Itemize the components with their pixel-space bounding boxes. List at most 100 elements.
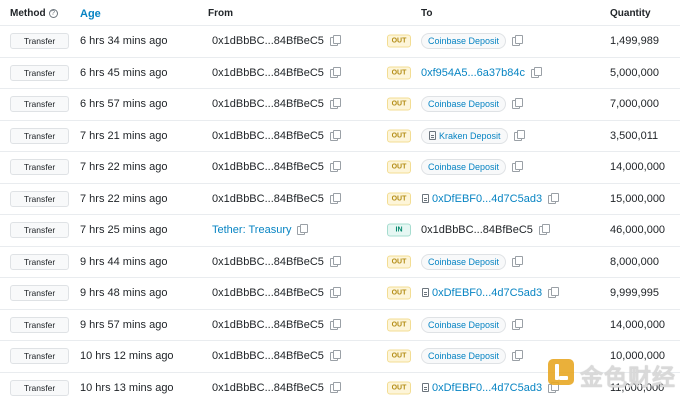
- copy-icon[interactable]: [548, 287, 560, 299]
- table-row: Transfer 6 hrs 34 mins ago 0x1dBbBC...84Bf…: [0, 26, 680, 58]
- to-address-tag[interactable]: Coinbase Deposit: [421, 348, 507, 365]
- to-address-text[interactable]: Coinbase Deposit: [428, 36, 499, 46]
- method-transfer-button[interactable]: Transfer: [10, 159, 69, 176]
- method-transfer-button[interactable]: Transfer: [10, 222, 69, 239]
- to-address-text[interactable]: Coinbase Deposit: [428, 99, 499, 109]
- method-transfer-button[interactable]: Transfer: [10, 96, 69, 113]
- to-address-text[interactable]: Coinbase Deposit: [428, 162, 499, 172]
- to-address-text[interactable]: 0xDfEBF0...4d7C5ad3: [432, 382, 542, 394]
- method-transfer-button[interactable]: Transfer: [10, 253, 69, 270]
- to-address-text[interactable]: Coinbase Deposit: [428, 257, 499, 267]
- to-address-tag[interactable]: Coinbase Deposit: [421, 316, 507, 333]
- to-address: Coinbase Deposit: [421, 348, 524, 365]
- copy-icon[interactable]: [329, 129, 341, 141]
- direction-out-badge: OUT: [387, 97, 411, 111]
- age-text: 9 hrs 44 mins ago: [80, 255, 168, 268]
- quantity-value: 9,999,995: [610, 287, 659, 300]
- method-transfer-button[interactable]: Transfer: [10, 190, 69, 207]
- method-transfer-button[interactable]: Transfer: [10, 64, 69, 81]
- copy-icon[interactable]: [329, 98, 341, 110]
- quantity-value: 8,000,000: [610, 255, 659, 268]
- quantity-value: 3,500,011: [610, 129, 659, 142]
- copy-icon[interactable]: [329, 35, 341, 47]
- to-address: Coinbase Deposit: [421, 96, 524, 113]
- to-address-tag[interactable]: Coinbase Deposit: [421, 159, 507, 176]
- from-address-text: 0x1dBbBC...84BfBeC5: [212, 350, 324, 363]
- age-text: 9 hrs 48 mins ago: [80, 287, 168, 300]
- copy-icon[interactable]: [329, 161, 341, 173]
- copy-icon[interactable]: [548, 192, 560, 204]
- from-address-text: 0x1dBbBC...84BfBeC5: [212, 129, 324, 142]
- age-text: 7 hrs 21 mins ago: [80, 129, 168, 142]
- to-address-text[interactable]: 0xf954A5...6a37b84c: [421, 67, 525, 79]
- to-address: Kraken Deposit: [421, 127, 525, 144]
- to-address-text[interactable]: 0xDfEBF0...4d7C5ad3: [432, 287, 542, 299]
- copy-icon[interactable]: [329, 381, 341, 393]
- quantity-value: 14,000,000: [610, 161, 666, 174]
- copy-icon[interactable]: [329, 255, 341, 267]
- to-address-tag[interactable]: Coinbase Deposit: [421, 253, 507, 270]
- from-address: 0x1dBbBC...84BfBeC5: [212, 255, 341, 268]
- method-transfer-button[interactable]: Transfer: [10, 33, 69, 50]
- copy-icon[interactable]: [297, 224, 309, 236]
- to-address-text[interactable]: Kraken Deposit: [439, 131, 501, 141]
- from-address[interactable]: Tether: Treasury: [212, 224, 309, 236]
- method-transfer-button[interactable]: Transfer: [10, 348, 69, 365]
- copy-icon[interactable]: [512, 350, 524, 362]
- from-address-text: 0x1dBbBC...84BfBeC5: [212, 35, 324, 48]
- copy-icon[interactable]: [512, 255, 524, 267]
- age-text: 10 hrs 12 mins ago: [80, 350, 174, 363]
- to-address: Coinbase Deposit: [421, 253, 524, 270]
- copy-icon[interactable]: [329, 318, 341, 330]
- direction-out-badge: OUT: [387, 129, 411, 143]
- copy-icon[interactable]: [512, 318, 524, 330]
- column-header-age[interactable]: Age: [80, 8, 101, 20]
- to-address-text[interactable]: Coinbase Deposit: [428, 320, 499, 330]
- from-address-text: 0x1dBbBC...84BfBeC5: [212, 98, 324, 111]
- to-address-tag[interactable]: Coinbase Deposit: [421, 96, 507, 113]
- watermark: 金色财经: [544, 356, 676, 391]
- direction-out-badge: OUT: [387, 34, 411, 48]
- copy-icon[interactable]: [513, 129, 525, 141]
- from-address-text: 0x1dBbBC...84BfBeC5: [212, 192, 324, 205]
- method-transfer-button[interactable]: Transfer: [10, 379, 69, 396]
- contract-icon: [422, 288, 429, 298]
- to-address: 0x1dBbBC...84BfBeC5: [421, 224, 550, 236]
- from-address: 0x1dBbBC...84BfBeC5: [212, 381, 341, 394]
- from-address: 0x1dBbBC...84BfBeC5: [212, 35, 341, 48]
- method-transfer-button[interactable]: Transfer: [10, 127, 69, 144]
- table-row: Transfer 6 hrs 45 mins ago 0x1dBbBC...84Bf…: [0, 58, 680, 89]
- copy-icon[interactable]: [512, 98, 524, 110]
- quantity-value: 14,000,000: [610, 318, 666, 331]
- method-transfer-button[interactable]: Transfer: [10, 316, 69, 333]
- copy-icon[interactable]: [530, 66, 542, 78]
- copy-icon[interactable]: [512, 161, 524, 173]
- to-address: Coinbase Deposit: [421, 159, 524, 176]
- copy-icon[interactable]: [329, 350, 341, 362]
- age-text: 10 hrs 13 mins ago: [80, 381, 174, 394]
- copy-icon[interactable]: [329, 192, 341, 204]
- from-address: 0x1dBbBC...84BfBeC5: [212, 129, 341, 142]
- method-transfer-button[interactable]: Transfer: [10, 285, 69, 302]
- contract-icon: [422, 382, 429, 392]
- copy-icon[interactable]: [329, 66, 341, 78]
- question-circle-icon[interactable]: ?: [48, 9, 58, 18]
- from-address: 0x1dBbBC...84BfBeC5: [212, 161, 341, 173]
- direction-out-badge: OUT: [387, 349, 411, 363]
- copy-icon[interactable]: [329, 287, 341, 299]
- to-address: 0xf954A5...6a37b84c: [421, 66, 542, 79]
- from-address-text[interactable]: Tether: Treasury: [212, 224, 291, 236]
- column-header-method-label: Method: [10, 8, 46, 19]
- to-address-text[interactable]: 0xDfEBF0...4d7C5ad3: [432, 193, 542, 205]
- copy-icon[interactable]: [538, 224, 550, 236]
- quantity-value: 5,000,000: [610, 66, 659, 79]
- from-address-text: 0x1dBbBC...84BfBeC5: [212, 287, 324, 300]
- copy-icon[interactable]: [512, 35, 524, 47]
- age-text: 7 hrs 22 mins ago: [80, 192, 168, 205]
- to-address-tag[interactable]: Coinbase Deposit: [421, 33, 507, 50]
- to-address-text[interactable]: Coinbase Deposit: [428, 351, 499, 361]
- to-address-tag[interactable]: Kraken Deposit: [421, 127, 508, 144]
- quantity-value: 1,499,989: [610, 35, 659, 48]
- contract-icon: [429, 130, 436, 140]
- direction-in-badge: IN: [387, 223, 411, 237]
